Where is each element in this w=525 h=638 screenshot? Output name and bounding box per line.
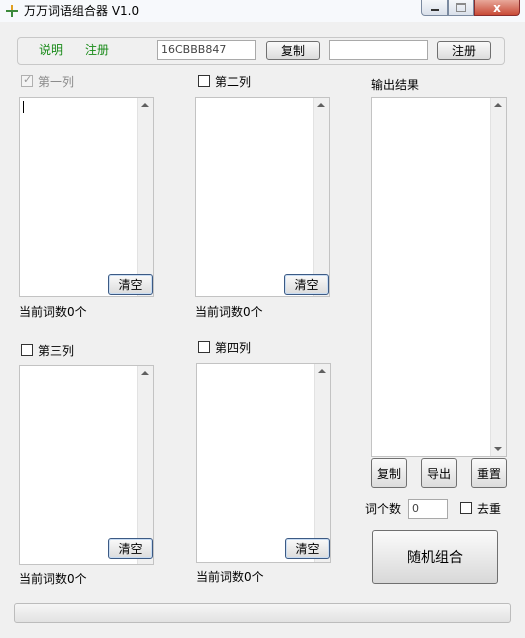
window-title: 万万词语组合器 V1.0 (24, 4, 140, 18)
maximize-button[interactable] (448, 0, 474, 16)
output-label: 输出结果 (371, 78, 420, 92)
column2-checkbox[interactable] (198, 75, 210, 87)
scroll-up-icon[interactable] (494, 103, 502, 107)
machine-code-field[interactable]: 16CBBB847 (157, 40, 256, 60)
column1-checkbox[interactable]: ✓ (21, 73, 33, 87)
column3-checkbox[interactable] (21, 344, 33, 356)
text-cursor (23, 101, 24, 113)
column4-textarea[interactable] (196, 363, 331, 563)
column1-textarea[interactable] (19, 97, 154, 297)
close-icon: x (493, 0, 501, 15)
copy-machine-code-button[interactable]: 复制 (266, 41, 320, 60)
column1-word-count: 当前词数0个 (19, 305, 87, 319)
register-link[interactable]: 注册 (85, 43, 109, 57)
minimize-icon (430, 8, 439, 11)
column2-word-count: 当前词数0个 (195, 305, 263, 319)
maximize-icon (456, 3, 466, 12)
column4-scrollbar[interactable] (314, 364, 330, 562)
dedupe-label: 去重 (477, 502, 502, 516)
column1-clear-button[interactable]: 清空 (108, 274, 153, 295)
column4-word-count: 当前词数0个 (196, 570, 264, 584)
minimize-button[interactable] (421, 0, 448, 16)
register-button[interactable]: 注册 (437, 41, 491, 60)
word-count-label: 词个数 (365, 502, 402, 516)
column3-word-count: 当前词数0个 (19, 572, 87, 586)
export-button[interactable]: 导出 (421, 458, 457, 488)
dedupe-checkbox[interactable] (460, 502, 472, 514)
word-count-input[interactable]: 0 (408, 499, 448, 519)
output-copy-button[interactable]: 复制 (371, 458, 407, 488)
scroll-up-icon[interactable] (141, 371, 149, 375)
column3-clear-button[interactable]: 清空 (108, 538, 153, 559)
registration-code-input[interactable] (329, 40, 428, 60)
column2-label: 第二列 (215, 75, 252, 89)
output-textarea[interactable] (371, 97, 507, 457)
column4-clear-button[interactable]: 清空 (285, 538, 330, 559)
close-button[interactable]: x (474, 0, 520, 16)
column3-label: 第三列 (38, 344, 75, 358)
column4-checkbox[interactable] (198, 341, 210, 353)
scroll-up-icon[interactable] (318, 369, 326, 373)
scroll-up-icon[interactable] (141, 103, 149, 107)
column3-scrollbar[interactable] (137, 366, 153, 564)
progress-bar (14, 603, 511, 623)
random-combine-button[interactable]: 随机组合 (372, 530, 498, 584)
column3-textarea[interactable] (19, 365, 154, 565)
scroll-down-icon[interactable] (494, 447, 502, 451)
scroll-up-icon[interactable] (317, 103, 325, 107)
column2-scrollbar[interactable] (313, 98, 329, 296)
column1-scrollbar[interactable] (137, 98, 153, 296)
help-link[interactable]: 说明 (39, 43, 63, 57)
app-icon (6, 5, 18, 17)
reset-button[interactable]: 重置 (471, 458, 507, 488)
column1-label: 第一列 (38, 75, 75, 89)
checkmark-icon: ✓ (23, 73, 33, 86)
column2-clear-button[interactable]: 清空 (284, 274, 329, 295)
column2-textarea[interactable] (195, 97, 330, 297)
output-scrollbar[interactable] (490, 98, 506, 456)
column4-label: 第四列 (215, 341, 252, 355)
